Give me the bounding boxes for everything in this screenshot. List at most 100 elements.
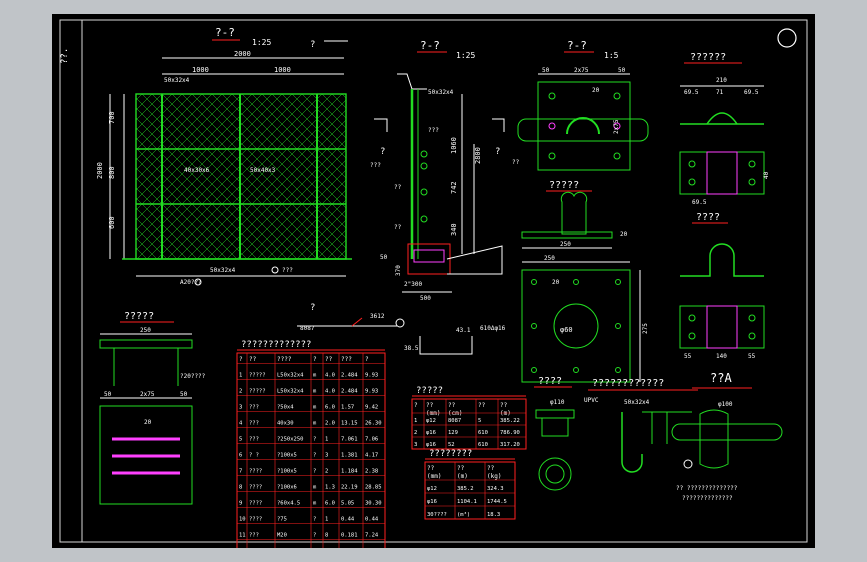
materials-table-cell: ??? — [249, 421, 259, 427]
rebar-table-header: ?? — [448, 402, 456, 409]
clamp-dim-210: 210 — [716, 77, 727, 84]
clamp-detail-view: ?????? 210 69.5 71 69.5 40 69.5 — [679, 52, 770, 206]
materials-table-cell: 4.0 — [325, 389, 335, 395]
materials-table-cell: 2.38 — [365, 469, 378, 475]
summary-table-cell: 1104.1 — [457, 499, 477, 505]
base-detail-thk: 20 — [620, 231, 628, 238]
materials-table-cell: 5.05 — [341, 501, 354, 507]
rebar-table-cell: 3 — [414, 442, 417, 448]
anchor-detail-title: ????? — [124, 311, 154, 322]
materials-table-cell: 11 — [239, 533, 246, 539]
rebar-table-header: ?? — [478, 402, 486, 409]
dim-1060: 1060 — [450, 137, 458, 154]
materials-table-cell: 1.57 — [341, 405, 354, 411]
anchor-dim-top: 250 — [544, 255, 555, 262]
materials-table-cell: ??? — [249, 405, 259, 411]
materials-table-cell: 4.0 — [325, 373, 335, 379]
rebar-table-cell: φ12 — [426, 418, 436, 424]
materials-table-cell: m — [313, 373, 317, 379]
materials-table-cell: 26.30 — [365, 421, 382, 427]
rebar-table-header: ? — [414, 402, 418, 409]
materials-table-cell: 0.44 — [341, 517, 355, 523]
materials-table-cell: 2.0 — [325, 421, 335, 427]
summary-table-cell: φ12 — [427, 486, 437, 492]
materials-table-cell: 4 — [239, 421, 243, 427]
bracket-upvc: UPVC — [584, 397, 599, 404]
summary-table-title: ???????? — [429, 449, 472, 459]
clip-dim-55b: 55 — [748, 353, 756, 360]
dim-plan-50b: 50 — [618, 67, 626, 74]
anchor-dim-side: 275 — [642, 323, 649, 334]
rebar-table-header: (mm) — [426, 410, 440, 417]
cut-mark-left: ? — [380, 147, 385, 157]
base-profile-label: 50x32x4 — [210, 267, 236, 274]
materials-table-cell: 2 — [325, 469, 328, 475]
materials-table-cell: 1.381 — [341, 453, 358, 459]
mesh-label-1: 40x30x6 — [184, 167, 210, 174]
materials-table-cell: m — [313, 485, 317, 491]
post-section-scale: 1:25 — [456, 51, 475, 60]
base-detail-view: ????? 250 20 — [521, 180, 628, 249]
materials-table-header: ?? — [325, 356, 333, 363]
summary-table-header: (kg) — [487, 473, 501, 480]
fence-elevation-view: ?-? 1:25 ? 2000 1000 1000 50x32x4 700 80… — [96, 26, 352, 313]
dim-width: 2000 — [234, 50, 251, 58]
dim-600: 600 — [108, 216, 116, 229]
clamp-dim-69a: 69.5 — [684, 89, 699, 96]
rebar-table: ?????? ??(mm)??(cm)?? ??(m)1 φ12 8087 5 385.22… — [411, 386, 527, 450]
dim-plan-50: 50 — [542, 67, 550, 74]
materials-table-cell: ?100x5 — [277, 453, 297, 459]
post-profile: 50x32x4 — [428, 89, 454, 96]
dim-742: 742 — [450, 181, 458, 194]
anchor-detail-view: ????? 250 ?20???? 50 2x75 50 20 — [99, 311, 206, 505]
materials-table-cell: 6 — [239, 453, 242, 459]
materials-table-cell: 9 — [239, 501, 242, 507]
dim-50-post: 50 — [380, 254, 388, 261]
rebar-table-cell: 385.22 — [500, 418, 520, 424]
rebar-table-cell: φ16 — [426, 430, 436, 436]
clip-detail-view: ???? 55 140 55 — [679, 212, 765, 360]
clamp-dim-side: 40 — [763, 171, 770, 179]
materials-table-cell: 7.24 — [365, 533, 379, 539]
rebar-table-header: ?? — [426, 402, 434, 409]
materials-table-cell: 0.181 — [341, 533, 358, 539]
dim-800: 800 — [108, 166, 116, 179]
callout-post-4: ?? — [394, 224, 402, 231]
anchor-width: 250 — [140, 327, 151, 334]
rebar-table-cell: 610 — [478, 430, 488, 436]
anchor-dim-50b: 50 — [180, 391, 188, 398]
materials-table-cell: ?250x250 — [277, 437, 304, 443]
rebar-table-header: (m) — [500, 410, 511, 417]
titleblock-text: ??. — [60, 48, 70, 64]
summary-table-cell: (m³) — [457, 511, 470, 518]
materials-table-header: ?? — [249, 356, 257, 363]
dim-370: 370 — [395, 265, 402, 276]
summary-table-cell: 324.3 — [487, 486, 504, 492]
dim-500: 500 — [420, 295, 431, 302]
materials-table-cell: ? ? — [249, 453, 259, 459]
materials-table-cell: L50x32x4 — [277, 373, 304, 379]
materials-table-cell: 0.44 — [365, 517, 379, 523]
materials-table-header: ???? — [277, 356, 292, 363]
rebar-table-header: ?? — [500, 402, 508, 409]
drawing-sheet: ??. ?-? 1:25 ? 2000 1000 1000 50x32x4 70… — [52, 14, 815, 548]
bolt-d110: φ110 — [550, 399, 565, 406]
fence-mesh — [135, 93, 347, 260]
materials-table-cell: m — [313, 405, 317, 411]
materials-table-cell: 7 — [239, 469, 242, 475]
summary-table: ??????????(mm)??(m)??(kg)φ12 385.2 324.3φ1… — [424, 449, 516, 520]
cad-drawing: ??. ?-? 1:25 ? 2000 1000 1000 50x32x4 70… — [59, 19, 808, 548]
post-section-title: ?-? — [420, 39, 440, 52]
materials-table-cell: 10 — [239, 517, 246, 523]
dim-700: 700 — [108, 111, 116, 124]
clamp-dim-bottom: 69.5 — [692, 199, 707, 206]
section-a-title: ??A — [710, 371, 732, 385]
anchor-bolt-label: 20 — [552, 279, 560, 286]
cut-mark-right: ? — [495, 147, 500, 157]
dim-2300: 2"300 — [404, 281, 422, 288]
materials-table-cell: 28.85 — [365, 485, 382, 491]
summary-table-cell: 385.2 — [457, 486, 474, 492]
materials-table-cell: m — [313, 421, 317, 427]
bolt-dia-label: 20 — [592, 87, 600, 94]
materials-table-cell: m — [313, 501, 317, 507]
